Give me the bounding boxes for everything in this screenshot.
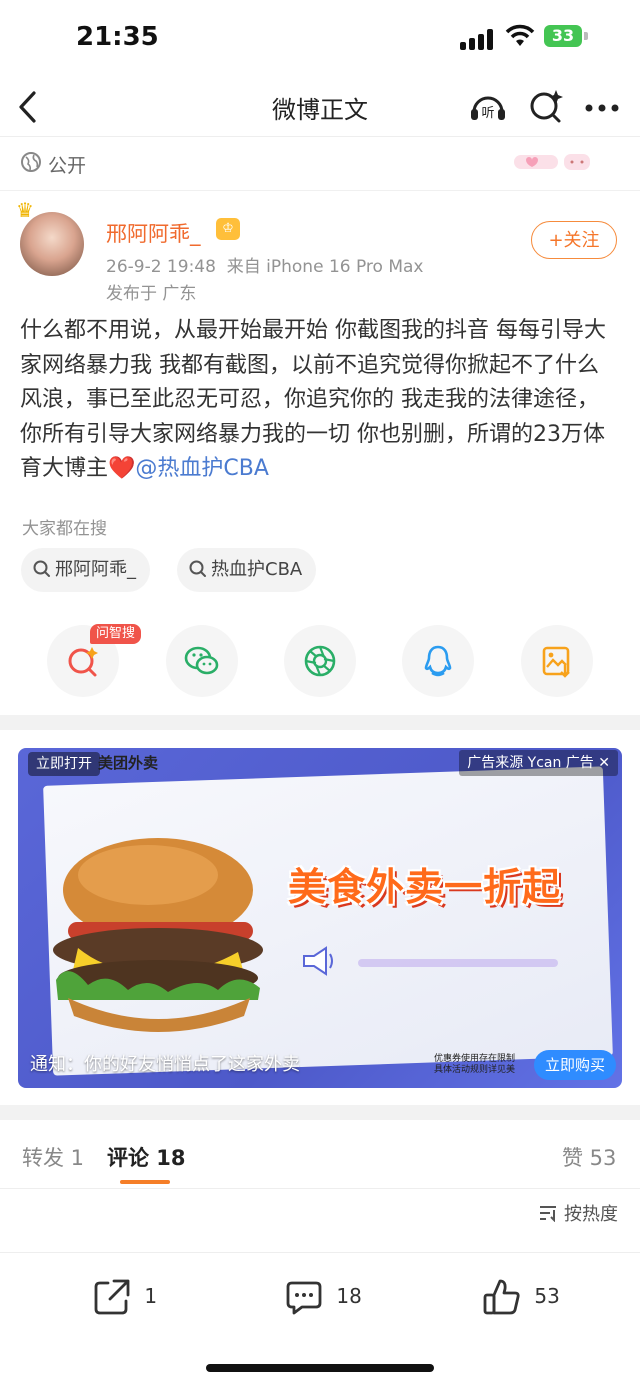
share-moments-button[interactable] xyxy=(284,625,356,697)
search-icon xyxy=(189,560,206,577)
wifi-icon xyxy=(505,24,535,46)
tab-comments[interactable]: 评论 18 xyxy=(107,1142,186,1172)
section-divider xyxy=(0,1105,640,1120)
author-name[interactable]: 邢阿阿乖_ xyxy=(106,218,201,248)
ad-fine-line: 优惠券使用存在限制 xyxy=(434,1054,516,1064)
ad-source-close[interactable]: 广告来源 Ycan 广告 ✕ xyxy=(459,750,618,776)
tab-active-indicator xyxy=(120,1180,170,1184)
moments-icon xyxy=(304,645,336,677)
zhisou-badge: 问智搜 xyxy=(90,624,142,644)
status-bar: 21:35 33 xyxy=(0,0,640,78)
ad-buy-button[interactable]: 立即购买 xyxy=(534,1050,616,1080)
post-body: 什么都不用说，从最开始最开始 你截图我的抖音 每每引导大家网络暴力我 我都有截图… xyxy=(20,314,620,487)
repost-button[interactable]: 1 xyxy=(92,1277,157,1317)
visibility-row: 公开 xyxy=(0,137,640,191)
qq-icon xyxy=(424,645,452,677)
ad-notification: 通知：你的好友悄悄点了这家外卖 xyxy=(30,1054,300,1075)
save-image-icon xyxy=(542,646,570,678)
post-meta: 26-9-2 19:48 来自 iPhone 16 Pro Max xyxy=(106,252,424,277)
battery-indicator: 33 xyxy=(544,25,582,47)
visibility-label: 公开 xyxy=(48,155,87,177)
ad-fine-print: 优惠券使用存在限制 具体活动规则详见美 xyxy=(434,1054,515,1076)
speed-lines xyxy=(358,959,558,967)
globe-icon xyxy=(21,152,41,172)
sort-button[interactable]: 按热度 xyxy=(538,1200,618,1226)
hot-search-label: 大家都在搜 xyxy=(22,519,107,539)
search-chip[interactable]: 邢阿阿乖_ xyxy=(21,548,150,592)
share-save-image-button[interactable] xyxy=(521,625,593,697)
battery-tip xyxy=(584,32,588,40)
burger-image xyxy=(53,838,263,1032)
post-location: 发布于 广东 xyxy=(106,284,197,304)
nav-bar: 微博正文 听 xyxy=(0,78,640,137)
tab-reposts[interactable]: 转发 1 xyxy=(22,1142,84,1172)
sort-icon xyxy=(540,1206,556,1223)
ad-banner[interactable]: 立即打开 美团外卖 广告来源 Ycan 广告 ✕ 美食外卖一折起 通知：你的好友… xyxy=(18,748,622,1088)
megaphone-icon xyxy=(303,946,333,976)
repost-icon xyxy=(94,1279,130,1315)
ad-brand: 美团外卖 xyxy=(98,754,159,772)
sort-label: 按热度 xyxy=(564,1204,618,1225)
share-wechat-button[interactable] xyxy=(166,625,238,697)
search-chip-label: 热血护CBA xyxy=(211,559,303,580)
signal-icon xyxy=(460,28,494,50)
comment-count: 18 xyxy=(336,1283,362,1308)
like-count: 53 xyxy=(534,1283,560,1308)
home-indicator xyxy=(206,1364,434,1372)
mention-link[interactable]: @热血护CBA xyxy=(135,456,269,481)
ad-headline: 美食外卖一折起 xyxy=(288,865,562,909)
decoration-sticker xyxy=(512,149,592,177)
repost-count: 1 xyxy=(144,1283,158,1308)
comment-icon xyxy=(286,1281,322,1315)
search-chip[interactable]: 热血护CBA xyxy=(177,548,317,592)
ad-fine-line: 具体活动规则详见美 xyxy=(434,1065,516,1075)
svg-text:听: 听 xyxy=(481,106,494,121)
member-badge-icon: ♔ xyxy=(216,218,240,240)
search-chip-label: 邢阿阿乖_ xyxy=(55,559,136,580)
search-icon xyxy=(33,560,50,577)
wechat-icon xyxy=(184,646,219,675)
section-divider xyxy=(0,715,640,730)
post-source: 来自 iPhone 16 Pro Max xyxy=(226,257,424,277)
post-timestamp: 26-9-2 19:48 xyxy=(106,257,216,277)
more-icon[interactable] xyxy=(582,86,622,126)
interaction-tabs: 转发 1 评论 18 赞 53 xyxy=(0,1122,640,1189)
zhisou-icon xyxy=(68,647,98,677)
listen-icon[interactable]: 听 xyxy=(468,86,508,126)
thumbs-up-icon xyxy=(483,1279,520,1315)
tab-likes[interactable]: 赞 53 xyxy=(562,1142,616,1172)
crown-icon: ♛ xyxy=(16,198,34,222)
like-button[interactable]: 53 xyxy=(482,1277,560,1317)
search-spark-icon[interactable] xyxy=(526,86,566,126)
share-qq-button[interactable] xyxy=(402,625,474,697)
status-time: 21:35 xyxy=(76,22,159,52)
ad-open-button[interactable]: 立即打开 xyxy=(28,752,100,776)
heart-emoji: ❤️ xyxy=(108,456,136,481)
follow-button[interactable]: +关注 xyxy=(531,221,617,259)
comment-button[interactable]: 18 xyxy=(284,1277,362,1317)
